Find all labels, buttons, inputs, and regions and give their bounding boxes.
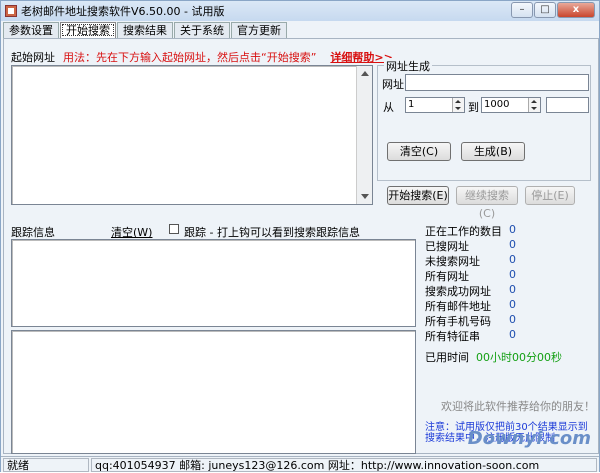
stat-value-emails: 0 <box>509 298 516 311</box>
generate-button[interactable]: 生成(B) <box>461 142 525 161</box>
resume-search-button[interactable]: 继续搜索(C) <box>456 186 518 220</box>
stat-value-success-urls: 0 <box>509 283 516 296</box>
result-log-textarea[interactable] <box>11 330 416 454</box>
status-contact: qq:401054937 邮箱: juneys123@126.com 网址：ht… <box>91 458 597 472</box>
hint-row: 起始网址 用法：先在下方输入起始网址，然后点击“开始搜索” 详细帮助>> <box>11 49 393 64</box>
stat-label-success-urls: 搜索成功网址 <box>425 285 491 298</box>
title-bar[interactable]: 老树邮件地址搜索软件V6.50.00 - 试用版 – □ x <box>1 1 599 21</box>
trace-log-textarea[interactable] <box>11 239 416 327</box>
status-bar: 就绪 qq:401054937 邮箱: juneys123@126.com 网址… <box>1 456 599 472</box>
stat-label-working: 正在工作的数目 <box>425 225 502 238</box>
stat-label-all-urls: 所有网址 <box>425 270 469 283</box>
to-spin-icon[interactable] <box>528 98 540 112</box>
promo-text: 欢迎将此软件推荐给你的朋友！ <box>441 400 595 413</box>
stat-value-all-urls: 0 <box>509 268 516 281</box>
tab-results[interactable]: 搜索结果 <box>117 22 173 38</box>
from-label: 从 <box>383 101 394 114</box>
start-url-textarea[interactable] <box>11 65 373 205</box>
trace-clear-button[interactable]: 清空(W) <box>111 224 152 240</box>
window-controls: – □ x <box>510 2 595 18</box>
stat-label-emails: 所有邮件地址 <box>425 300 491 313</box>
stat-label-searched: 已搜网址 <box>425 240 469 253</box>
app-window: 老树邮件地址搜索软件V6.50.00 - 试用版 – □ x 参数设置 开始搜索… <box>0 0 600 472</box>
stat-value-features: 0 <box>509 328 516 341</box>
elapsed-time-value: 00小时00分00秒 <box>476 351 562 364</box>
stat-label-features: 所有特征串 <box>425 330 480 343</box>
status-state: 就绪 <box>3 458 89 472</box>
extra-input[interactable] <box>546 97 589 113</box>
trace-info-label: 跟踪信息 <box>11 226 55 239</box>
stat-value-unsearched: 0 <box>509 253 516 266</box>
stat-value-phones: 0 <box>509 313 516 326</box>
elapsed-time-label: 已用时间 <box>425 351 469 364</box>
from-value: 1 <box>408 99 415 110</box>
start-url-label: 起始网址 <box>11 51 55 64</box>
tab-about[interactable]: 关于系统 <box>174 22 230 38</box>
close-button[interactable]: x <box>557 2 595 18</box>
from-stepper[interactable]: 1 <box>405 97 465 113</box>
stat-label-phones: 所有手机号码 <box>425 315 491 328</box>
maximize-button[interactable]: □ <box>534 2 556 18</box>
usage-hint: 用法：先在下方输入起始网址，然后点击“开始搜索” <box>63 51 317 64</box>
to-stepper[interactable]: 1000 <box>481 97 541 113</box>
to-value: 1000 <box>484 99 510 110</box>
watermark-logo: Downyi.com <box>467 428 591 449</box>
app-icon <box>5 5 17 17</box>
tab-bar: 参数设置 开始搜索 搜索结果 关于系统 官方更新 <box>3 22 288 38</box>
url-generator-title: 网址生成 <box>384 58 432 74</box>
trace-checkbox-label: 跟踪 - 打上钩可以看到搜索跟踪信息 <box>184 226 360 239</box>
url-template-input[interactable] <box>405 74 589 91</box>
tab-update[interactable]: 官方更新 <box>231 22 287 38</box>
stat-value-working: 0 <box>509 223 516 236</box>
from-spin-icon[interactable] <box>452 98 464 112</box>
stat-value-searched: 0 <box>509 238 516 251</box>
url-label: 网址 <box>382 78 404 91</box>
start-search-button[interactable]: 开始搜索(E) <box>387 186 449 205</box>
stat-label-unsearched: 未搜索网址 <box>425 255 480 268</box>
start-url-scrollbar[interactable] <box>356 66 372 204</box>
stop-button[interactable]: 停止(E) <box>525 186 575 205</box>
tab-settings[interactable]: 参数设置 <box>3 22 59 38</box>
clear-generator-button[interactable]: 清空(C) <box>387 142 451 161</box>
tab-start-search[interactable]: 开始搜索 <box>60 22 116 38</box>
trace-checkbox[interactable] <box>169 224 179 234</box>
to-label: 到 <box>468 101 479 114</box>
window-title: 老树邮件地址搜索软件V6.50.00 - 试用版 <box>21 5 225 18</box>
minimize-button[interactable]: – <box>511 2 533 18</box>
